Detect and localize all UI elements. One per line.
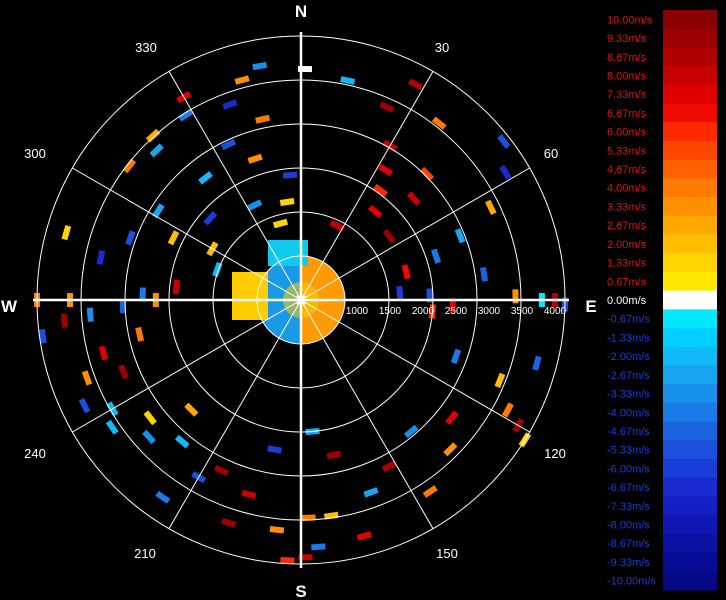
- range-label-2000: 2000: [412, 306, 435, 317]
- colorbar-label: -7.33m/s: [607, 501, 650, 513]
- bearing-label-300: 300: [24, 146, 46, 161]
- colorbar-swatch: [663, 571, 717, 591]
- bearing-label-240: 240: [24, 446, 46, 461]
- colorbar-label: 7.33m/s: [607, 89, 647, 101]
- colorbar-label: -6.00m/s: [607, 463, 650, 475]
- colorbar-label: 1.33m/s: [607, 258, 647, 270]
- colorbar-swatch: [663, 440, 717, 460]
- cardinal-e-label: E: [585, 297, 596, 316]
- colorbar-swatch: [663, 477, 717, 497]
- colorbar-label: 2.67m/s: [607, 220, 647, 232]
- bearing-label-210: 210: [134, 546, 156, 561]
- bearing-label-150: 150: [436, 546, 458, 561]
- bearing-label-330: 330: [135, 40, 157, 55]
- colorbar-swatch: [663, 122, 717, 142]
- echo-cell: [60, 313, 68, 328]
- range-label-1000: 1000: [346, 306, 369, 317]
- echo-cell: [396, 285, 404, 301]
- colorbar-label: 6.00m/s: [607, 127, 647, 139]
- colorbar-swatch: [663, 384, 717, 404]
- colorbar-label: 5.33m/s: [607, 145, 647, 157]
- colorbar-swatch: [663, 365, 717, 385]
- colorbar-label: -10.00m/s: [607, 576, 656, 588]
- colorbar-swatch: [663, 271, 717, 292]
- colorbar-label: 0.67m/s: [607, 276, 647, 288]
- colorbar-swatch: [663, 496, 717, 516]
- colorbar-swatch: [663, 421, 717, 441]
- colorbar-label: -8.67m/s: [607, 538, 650, 550]
- colorbar-swatch: [663, 402, 717, 423]
- colorbar-label: 0.00m/s: [607, 295, 647, 307]
- colorbar-label: -1.33m/s: [607, 332, 650, 344]
- cardinal-n-label: N: [295, 2, 307, 21]
- colorbar-swatch: [663, 328, 717, 348]
- colorbar-swatch: [663, 47, 717, 67]
- range-label-3000: 3000: [478, 306, 501, 317]
- colorbar-swatch: [663, 141, 717, 161]
- range-label-1500: 1500: [379, 306, 402, 317]
- colorbar-label: 8.67m/s: [607, 52, 647, 64]
- colorbar-swatch: [663, 66, 717, 86]
- colorbar-label: 3.33m/s: [607, 202, 647, 214]
- bearing-label-30: 30: [435, 40, 449, 55]
- colorbar-label: -9.33m/s: [607, 557, 650, 569]
- radar-display: N E S W 30 60 120 150 210 240 300 330 10…: [0, 0, 726, 600]
- colorbar-label: -0.67m/s: [607, 314, 650, 326]
- colorbar-swatch: [663, 178, 717, 198]
- echo-cell: [86, 307, 94, 322]
- colorbar-swatch: [663, 346, 717, 366]
- colorbar-swatch: [663, 515, 717, 535]
- colorbar-swatch: [663, 10, 717, 30]
- bearing-label-60: 60: [544, 146, 558, 161]
- colorbar-swatch: [663, 159, 717, 179]
- cardinal-w-label: W: [1, 297, 18, 316]
- range-label-2500: 2500: [445, 306, 468, 317]
- colorbar-label: -2.67m/s: [607, 370, 650, 382]
- colorbar-label: -4.67m/s: [607, 426, 650, 438]
- colorbar-swatch: [663, 103, 717, 123]
- colorbar-label: 4.00m/s: [607, 183, 647, 195]
- colorbar-label: -3.33m/s: [607, 389, 650, 401]
- colorbar-swatch: [663, 234, 717, 254]
- echo-cell: [311, 543, 326, 551]
- colorbar-swatch: [663, 309, 717, 329]
- colorbar-swatch: [663, 552, 717, 572]
- colorbar-swatch: [663, 290, 717, 310]
- colorbar-label: 10.00m/s: [607, 14, 653, 26]
- colorbar-label: -2.00m/s: [607, 351, 650, 363]
- colorbar-label: 2.00m/s: [607, 239, 647, 251]
- bearing-label-120: 120: [544, 446, 566, 461]
- cardinal-s-label: S: [295, 582, 306, 600]
- echo-cell: [282, 171, 298, 179]
- range-label-3500: 3500: [511, 306, 534, 317]
- colorbar-swatch: [663, 215, 717, 235]
- range-label-4000: 4000: [544, 306, 567, 317]
- colorbar-swatch: [663, 197, 717, 217]
- colorbar-label: 9.33m/s: [607, 33, 647, 45]
- colorbar-swatch: [663, 253, 717, 273]
- colorbar-label: -5.33m/s: [607, 445, 650, 457]
- colorbar-swatch: [663, 533, 717, 554]
- colorbar-label: -4.00m/s: [607, 407, 650, 419]
- colorbar-label: -6.67m/s: [607, 482, 650, 494]
- colorbar-label: 4.67m/s: [607, 164, 647, 176]
- colorbar-swatch: [663, 459, 717, 479]
- colorbar-label: 6.67m/s: [607, 108, 647, 120]
- colorbar-swatch: [663, 84, 717, 104]
- colorbar-label: -8.00m/s: [607, 520, 650, 532]
- colorbar-label: 8.00m/s: [607, 71, 647, 83]
- echo-cell: [280, 556, 295, 564]
- colorbar-swatch: [663, 28, 717, 48]
